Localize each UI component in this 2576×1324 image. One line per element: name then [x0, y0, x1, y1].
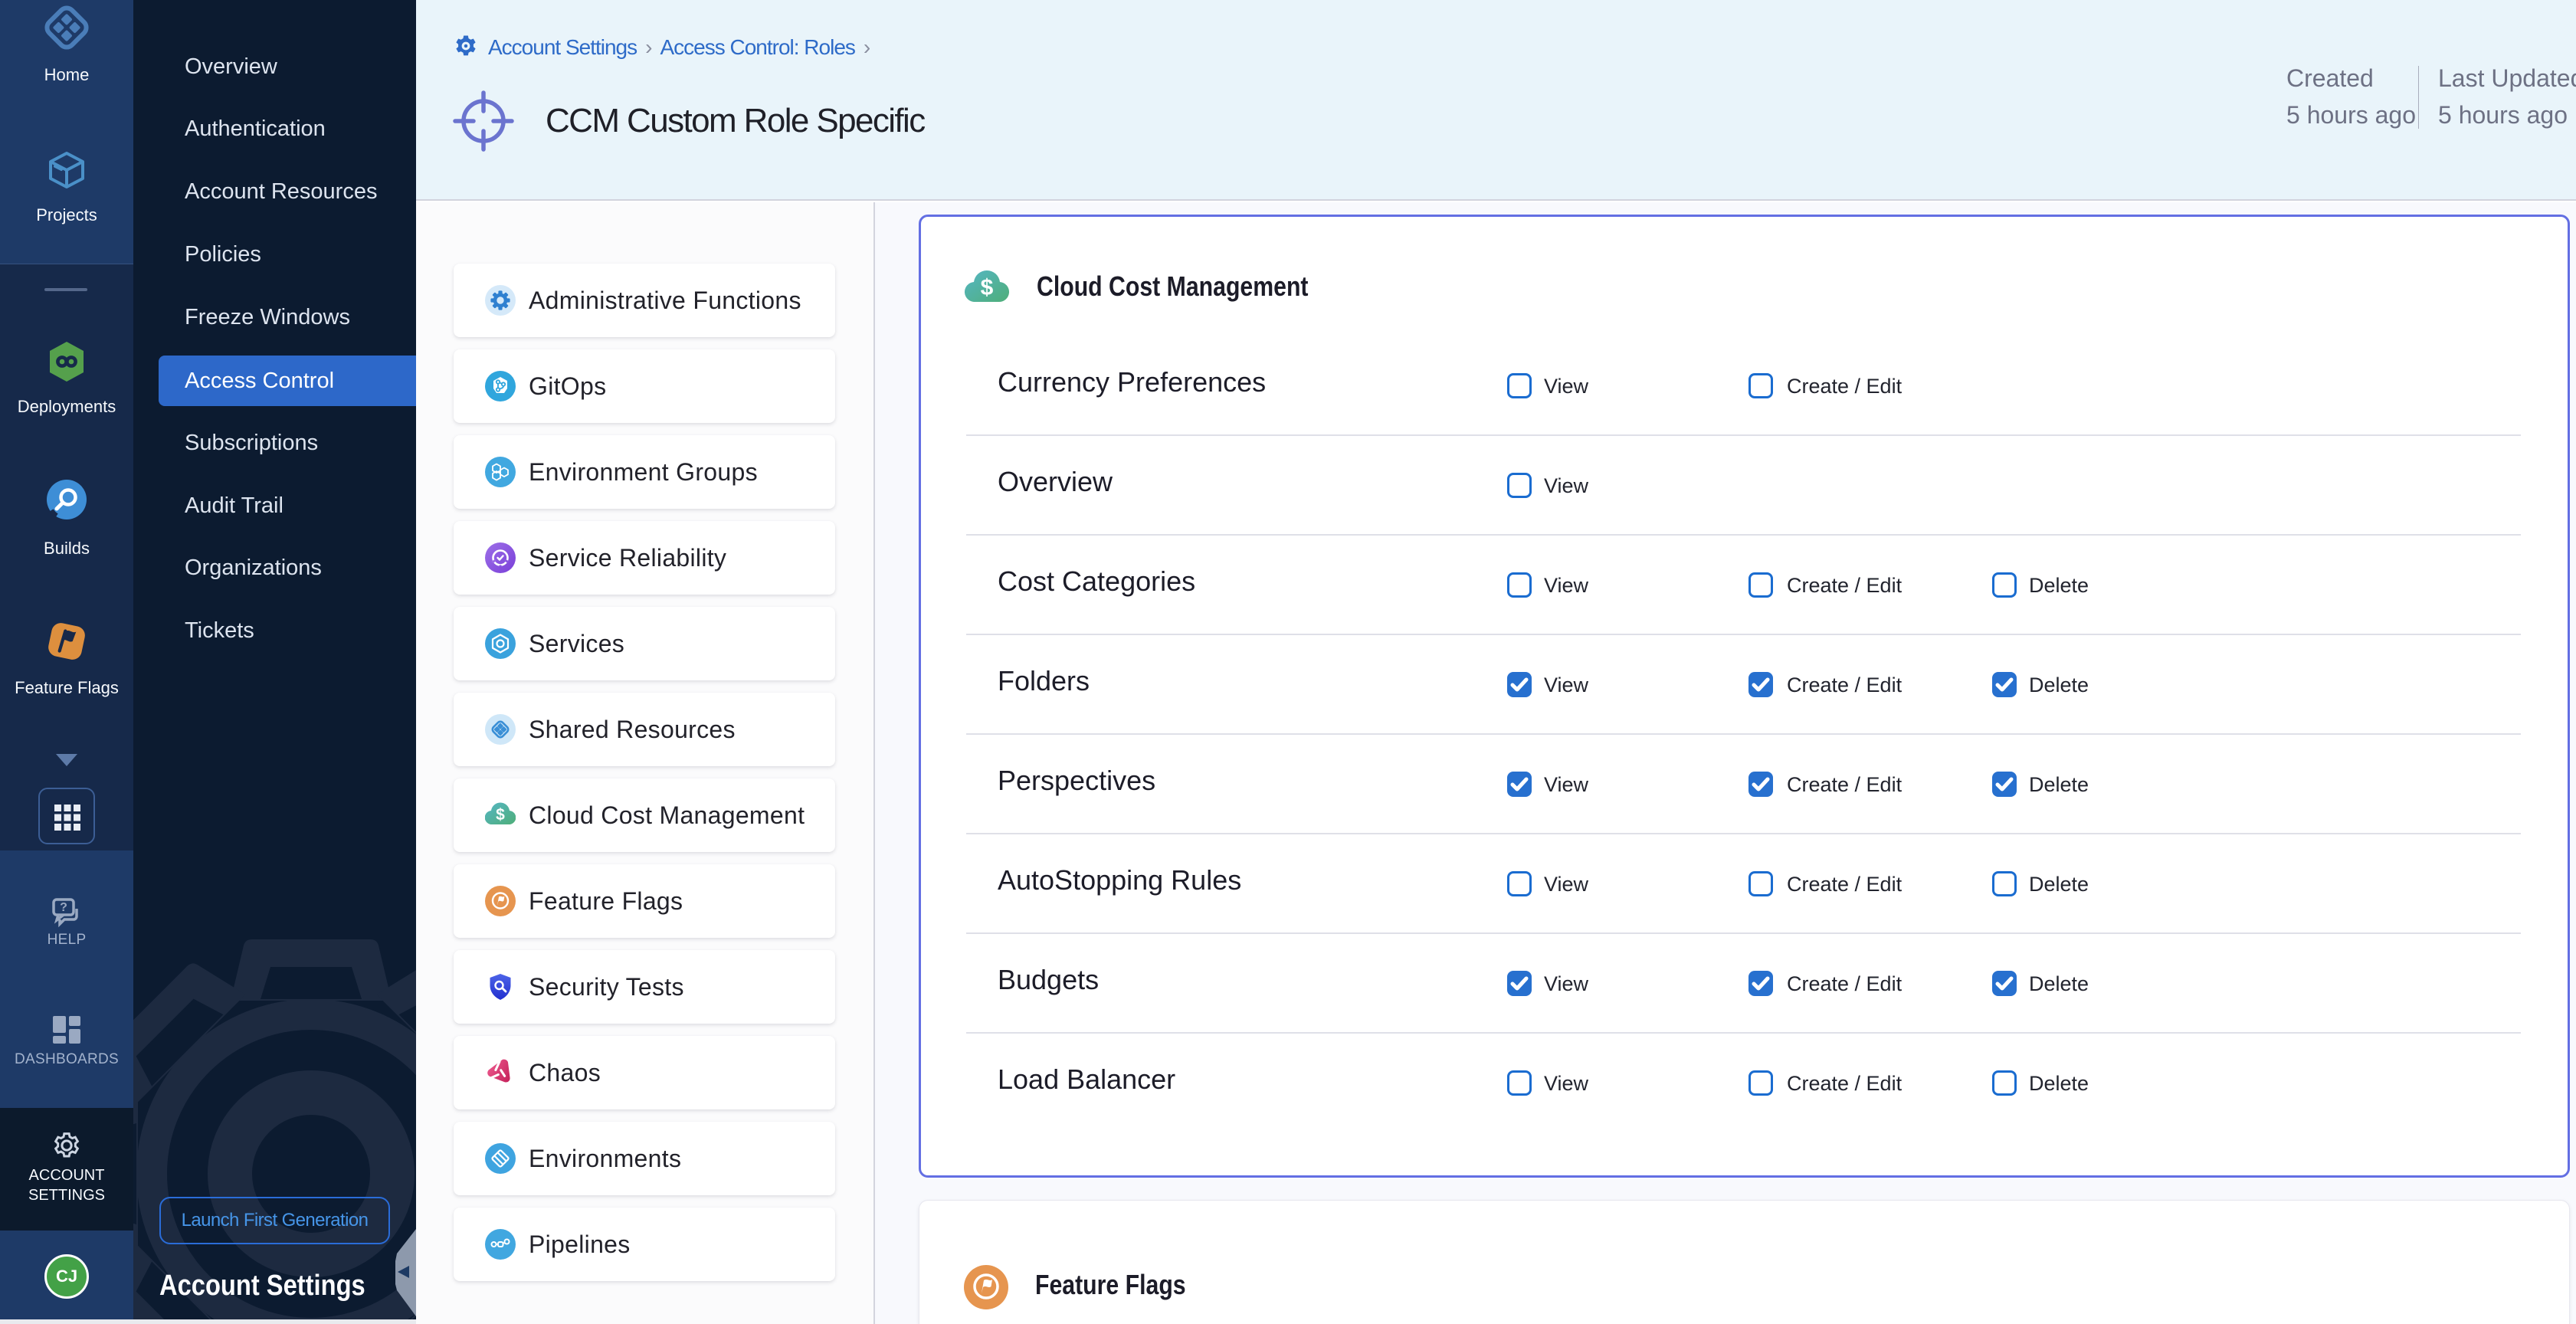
- svg-text:?: ?: [60, 901, 67, 914]
- svg-text:$: $: [981, 275, 994, 300]
- svg-text:$: $: [496, 806, 505, 824]
